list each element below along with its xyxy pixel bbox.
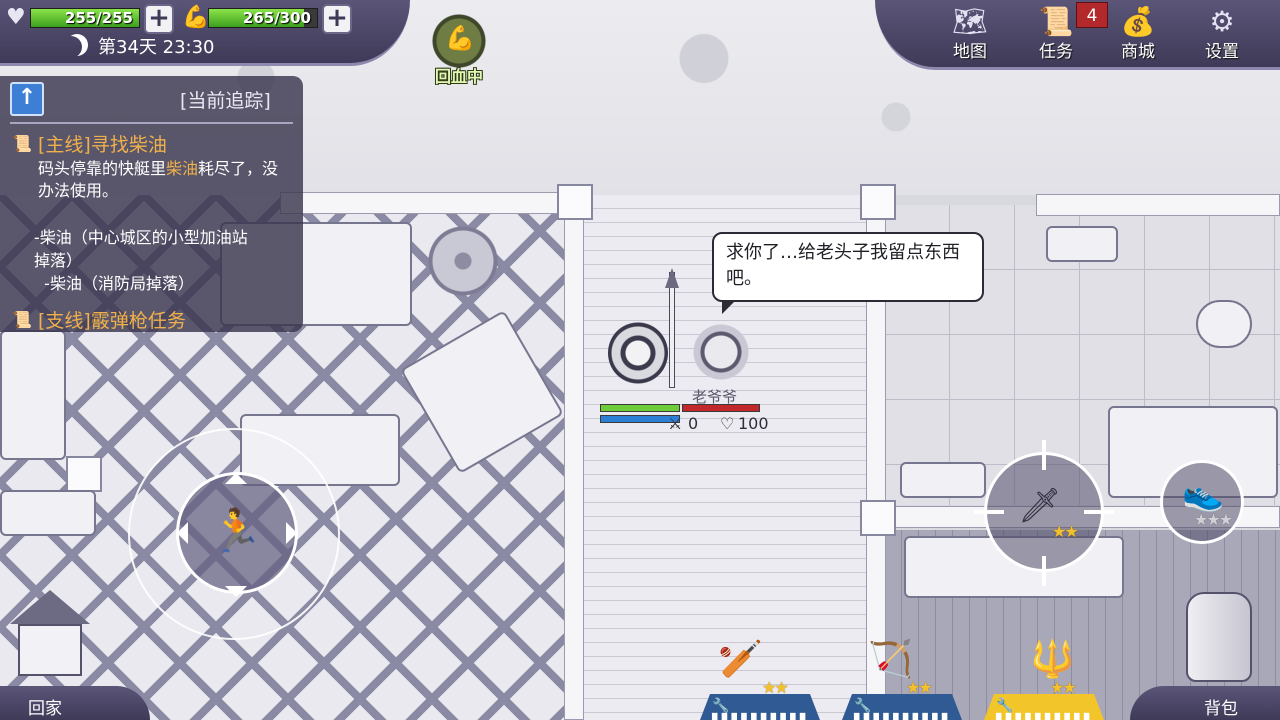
settings-button[interactable]: ⚙ 设置: [1190, 2, 1254, 68]
spear: [669, 272, 675, 388]
map-button[interactable]: 🗺 地图: [938, 2, 1002, 68]
spear-tip: [665, 268, 679, 288]
spear-icon: 🗡: [1018, 486, 1062, 526]
crossbow-icon: 🏹: [868, 639, 913, 680]
side-quest-title[interactable]: [支线]霰弹枪任务: [38, 306, 186, 333]
quest-desc-text: 码头停靠的快艇里: [38, 159, 167, 178]
player-health-bar: [600, 404, 680, 412]
wall: [564, 200, 584, 720]
house-icon: [18, 624, 82, 676]
npc-health-bar: [682, 404, 760, 412]
day-time: 第34天 23:30: [98, 37, 215, 58]
old-man-npc[interactable]: [686, 322, 756, 382]
arrow-left-icon: [166, 522, 188, 544]
collapse-arrow-icon[interactable]: ↑: [10, 82, 44, 116]
spear-icon: 🔱: [1030, 639, 1075, 680]
wall-post: [860, 184, 896, 220]
slot-1-durability: 🔧 ▌▌▌▌▌▌▌▌▌▌: [712, 698, 811, 720]
main-quest-description: 码头停靠的快艇里柴油耗尽了，没办法使用。: [38, 158, 294, 202]
shoes-icon: 👟: [1182, 474, 1225, 514]
house-roof: [10, 590, 90, 624]
map-icon: 🗺: [952, 5, 988, 38]
spiked-bat-icon: 🏏: [718, 639, 763, 680]
home-panel: [0, 686, 150, 720]
backpack-button[interactable]: [1186, 592, 1252, 682]
shop-label: 商城: [1121, 42, 1155, 62]
crosshair-line: [1084, 510, 1114, 514]
slot-2-durability: 🔧 ▌▌▌▌▌▌▌▌▌▌: [854, 698, 953, 720]
cabinet: [0, 330, 66, 460]
coins-icon: 💰: [1120, 5, 1156, 38]
wall: [1036, 194, 1280, 216]
attack-stars: ★★: [1052, 522, 1079, 541]
quest-header: [当前追踪]: [180, 90, 271, 112]
player-character: [608, 322, 668, 384]
potted-plant: [424, 222, 502, 300]
run-icon: 🏃: [210, 506, 263, 555]
stamina-value: 265/300: [242, 9, 311, 27]
kick-stars: ★★★: [1194, 510, 1233, 529]
npc-health-value: 100: [738, 414, 769, 433]
shop-button[interactable]: 💰 商城: [1106, 2, 1170, 68]
arm-icon: 💪: [182, 5, 210, 30]
divider: [10, 122, 293, 124]
weapon-slot-2[interactable]: 🔧 ▌▌▌▌▌▌▌▌▌▌: [842, 694, 962, 720]
stamina-bar: 265/300: [208, 8, 318, 28]
buff-label: 回血中: [434, 67, 483, 86]
home-label: 回家: [28, 699, 62, 719]
tasks-label: 任务: [1039, 42, 1073, 62]
speech-bubble: 求你了…给老头子我留点东西吧。: [712, 232, 984, 314]
wall-post: [557, 184, 593, 220]
quest-item-list: -柴油（中心城区的小型加油站 掉落） -柴油（消防局掉落）: [34, 228, 248, 293]
game-screen: ♥ 255/255 + 💪 265/300 + 第34天 23:30 💪 回血中…: [0, 0, 1280, 720]
npc-attack-value: 0: [688, 414, 699, 433]
add-health-button[interactable]: +: [144, 4, 174, 34]
weapon-slot-1[interactable]: 🔧 ▌▌▌▌▌▌▌▌▌▌: [700, 694, 820, 720]
slot-3-durability: 🔧 ▌▌▌▌▌▌▌▌▌▌: [996, 698, 1095, 720]
arrow-down-icon: [225, 586, 247, 608]
quest-scroll-icon: 📜: [12, 310, 32, 329]
map-label: 地图: [953, 42, 987, 62]
shelf: [900, 462, 986, 498]
arrow-right-icon: [286, 522, 308, 544]
npc-attack-icon: ⚔: [668, 414, 683, 433]
crosshair-line: [1042, 556, 1046, 586]
quest-desc-highlight: 柴油: [166, 159, 199, 178]
add-stamina-button[interactable]: +: [322, 4, 352, 34]
gear-icon: ⚙: [1209, 5, 1235, 38]
tasks-badge: 4: [1076, 2, 1108, 28]
counter: [0, 490, 96, 536]
heart-icon: ♡: [720, 414, 735, 433]
quest-scroll-icon: 📜: [12, 134, 32, 153]
weapon-slot-3[interactable]: 🔧 ▌▌▌▌▌▌▌▌▌▌: [984, 694, 1104, 720]
wall-post: [860, 500, 896, 536]
main-quest-title[interactable]: [主线]寻找柴油: [38, 130, 167, 157]
home-button[interactable]: [10, 590, 90, 680]
heart-icon: ♥: [6, 5, 26, 30]
moon-icon: [60, 36, 82, 58]
settings-label: 设置: [1205, 42, 1239, 62]
bag-label: 背包: [1204, 699, 1238, 719]
quest-tracker[interactable]: ↑ [当前追踪] 📜 [主线]寻找柴油 码头停靠的快艇里柴油耗尽了，没办法使用。…: [0, 76, 303, 332]
crosshair-line: [974, 510, 1004, 514]
wall: [280, 192, 580, 214]
health-bar: 255/255: [30, 8, 140, 28]
health-value: 255/255: [64, 9, 133, 27]
toilet: [1196, 300, 1252, 348]
crosshair-line: [1042, 440, 1046, 470]
sink: [1046, 226, 1118, 262]
wall-post: [66, 456, 102, 492]
arrow-up-icon: [225, 462, 247, 484]
muscle-icon: 💪: [432, 14, 486, 68]
